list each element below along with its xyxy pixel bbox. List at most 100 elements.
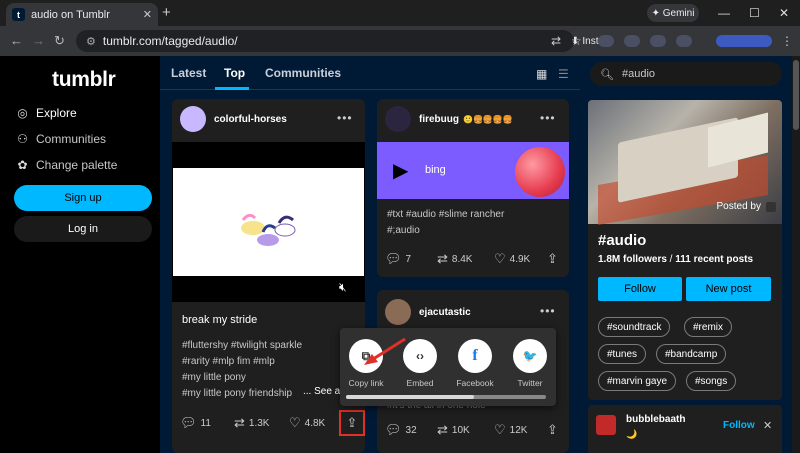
avatar[interactable] bbox=[385, 299, 411, 325]
new-post-button[interactable]: New post bbox=[686, 277, 771, 301]
suggested-blog-name[interactable]: bubblebaath bbox=[626, 414, 685, 425]
close-tab-icon[interactable]: ✕ bbox=[143, 8, 152, 21]
share-button[interactable]: ⇪ bbox=[339, 410, 365, 436]
more-options-icon[interactable]: ••• bbox=[540, 111, 556, 125]
page-scrollbar-thumb[interactable] bbox=[793, 60, 799, 130]
share-scroll-thumb[interactable] bbox=[346, 395, 474, 399]
left-sidebar: tumblr ◎ Explore ⚇ Communities ✿ Change … bbox=[0, 56, 160, 453]
tab-communities[interactable]: Communities bbox=[265, 66, 341, 80]
people-icon: ⚇ bbox=[17, 132, 28, 146]
nav-explore[interactable]: ◎ Explore bbox=[16, 106, 76, 120]
maximize-button[interactable]: ☐ bbox=[749, 6, 760, 20]
dismiss-icon[interactable]: ✕ bbox=[763, 419, 772, 432]
share-twitter[interactable]: 🐦 Twitter bbox=[510, 339, 550, 388]
post-header: ejacutastic ••• bbox=[377, 292, 569, 332]
follow-tag-button[interactable]: Follow bbox=[598, 277, 682, 301]
reply-button[interactable]: 💬︎ 11 bbox=[180, 415, 211, 431]
compass-icon: ◎ bbox=[17, 106, 28, 120]
like-button[interactable]: ♡ 12K bbox=[494, 422, 527, 438]
post-tags[interactable]: #fluttershy #twilight sparkle bbox=[182, 338, 302, 354]
post-tags[interactable]: #rarity #mlp fim #mlp bbox=[182, 354, 275, 370]
reblog-count: 8.4K bbox=[451, 253, 473, 265]
back-icon[interactable]: ← bbox=[10, 33, 23, 48]
post-author[interactable]: ejacutastic bbox=[419, 307, 471, 318]
post-card: firebuug 🙂🍔🍔🍔🍔 ••• ▶ bing #txt #audio #s… bbox=[377, 99, 569, 277]
post-tags[interactable]: #txt #audio #slime rancher bbox=[387, 207, 504, 223]
poster-avatar bbox=[766, 201, 776, 212]
close-window-button[interactable]: ✕ bbox=[779, 6, 789, 20]
play-icon[interactable]: ▶ bbox=[393, 158, 408, 183]
browser-tab[interactable]: t audio on Tumblr ✕ bbox=[6, 3, 158, 26]
more-options-icon[interactable]: ••• bbox=[540, 304, 556, 318]
minimize-button[interactable]: — bbox=[718, 6, 730, 20]
tumblr-logo[interactable]: tumblr bbox=[52, 68, 116, 92]
share-button[interactable]: ⇪ bbox=[547, 251, 558, 267]
site-info-icon[interactable]: ⚙ bbox=[86, 35, 96, 48]
extension-icon[interactable] bbox=[676, 35, 692, 47]
post-author[interactable]: firebuug bbox=[419, 114, 459, 125]
share-option-label: Twitter bbox=[517, 378, 543, 388]
reblog-button[interactable]: ⇄ 8.4K bbox=[437, 251, 472, 267]
reblog-button[interactable]: ⇄ 1.3K bbox=[234, 415, 269, 431]
share-button[interactable]: ⇪ bbox=[547, 422, 558, 438]
nav-communities[interactable]: ⚇ Communities bbox=[16, 132, 106, 146]
reply-icon: 💬︎ bbox=[385, 422, 402, 437]
related-tag-chip[interactable]: #marvin gaye bbox=[598, 371, 677, 391]
related-tag-chip[interactable]: #tunes bbox=[598, 344, 647, 364]
avatar[interactable] bbox=[180, 106, 206, 132]
translate-icon[interactable]: ⇄ bbox=[551, 34, 561, 48]
moon-icon: 🌙 bbox=[626, 429, 638, 439]
reply-count: 11 bbox=[200, 417, 211, 429]
reply-button[interactable]: 💬︎ 7 bbox=[385, 251, 411, 267]
related-tag-chip[interactable]: #bandcamp bbox=[656, 344, 727, 364]
profile-button[interactable] bbox=[716, 35, 772, 47]
extension-icon[interactable] bbox=[598, 35, 614, 47]
forward-icon[interactable]: → bbox=[32, 33, 45, 48]
related-tag-chip[interactable]: #songs bbox=[686, 371, 737, 391]
see-more-link[interactable]: ... See a bbox=[300, 386, 341, 397]
share-facebook[interactable]: f Facebook bbox=[455, 339, 495, 388]
new-tab-button[interactable]: + bbox=[162, 4, 171, 21]
tag-hero-image: Posted by bbox=[588, 100, 782, 225]
address-bar[interactable]: ⚙ tumblr.com/tagged/audio/ ⬇ Install bbox=[76, 30, 609, 52]
author-badges: 🙂🍔🍔🍔🍔 bbox=[463, 114, 513, 124]
nav-change-palette[interactable]: ✿ Change palette bbox=[16, 158, 117, 172]
like-button[interactable]: ♡ 4.9K bbox=[494, 251, 530, 267]
post-video[interactable]: 🔇︎ bbox=[172, 142, 365, 302]
like-button[interactable]: ♡ 4.8K bbox=[289, 415, 325, 431]
tab-latest[interactable]: Latest bbox=[171, 66, 206, 80]
gemini-button[interactable]: ✦ Gemini bbox=[647, 4, 699, 22]
mute-icon[interactable]: 🔇︎ bbox=[339, 280, 347, 295]
related-tag-chip[interactable]: #soundtrack bbox=[598, 317, 671, 337]
post-tags[interactable]: #;audio bbox=[387, 223, 420, 239]
avatar[interactable] bbox=[596, 415, 616, 435]
extension-icon[interactable] bbox=[650, 35, 666, 47]
signup-button[interactable]: Sign up bbox=[14, 185, 152, 211]
audio-player[interactable]: ▶ bing bbox=[377, 142, 569, 199]
extension-icon[interactable] bbox=[624, 35, 640, 47]
search-input[interactable]: 🔍︎ #audio bbox=[590, 62, 782, 86]
tab-top[interactable]: Top bbox=[224, 66, 245, 80]
post-author[interactable]: colorful-horses bbox=[214, 114, 287, 125]
bookmark-star-icon[interactable]: ☆ bbox=[571, 34, 582, 48]
grid-view-icon[interactable]: ▦ bbox=[536, 67, 547, 81]
post-tags[interactable]: #my little pony friendship bbox=[182, 386, 292, 402]
suggested-blog: bubblebaath 🌙 Follow ✕ bbox=[588, 405, 782, 453]
reload-icon[interactable]: ↻ bbox=[54, 33, 65, 49]
related-tag-chip[interactable]: #remix bbox=[684, 317, 733, 337]
like-count: 12K bbox=[509, 424, 528, 436]
post-tags[interactable]: #my little pony bbox=[182, 370, 246, 386]
login-button[interactable]: Log in bbox=[14, 216, 152, 242]
followers-count: 1.8M followers bbox=[598, 254, 667, 265]
audio-title: bing bbox=[425, 164, 446, 176]
reblog-button[interactable]: ⇄ 10K bbox=[437, 422, 470, 438]
more-options-icon[interactable]: ••• bbox=[337, 111, 353, 125]
annotation-arrow-icon bbox=[364, 337, 406, 365]
follow-blog-button[interactable]: Follow bbox=[723, 420, 755, 431]
avatar[interactable] bbox=[385, 106, 411, 132]
like-count: 4.8K bbox=[304, 417, 326, 429]
list-view-icon[interactable]: ☰ bbox=[558, 67, 569, 81]
posted-by[interactable]: Posted by bbox=[717, 201, 776, 212]
browser-menu-icon[interactable]: ⋮ bbox=[781, 34, 793, 48]
reply-button[interactable]: 💬︎ 32 bbox=[385, 422, 417, 438]
